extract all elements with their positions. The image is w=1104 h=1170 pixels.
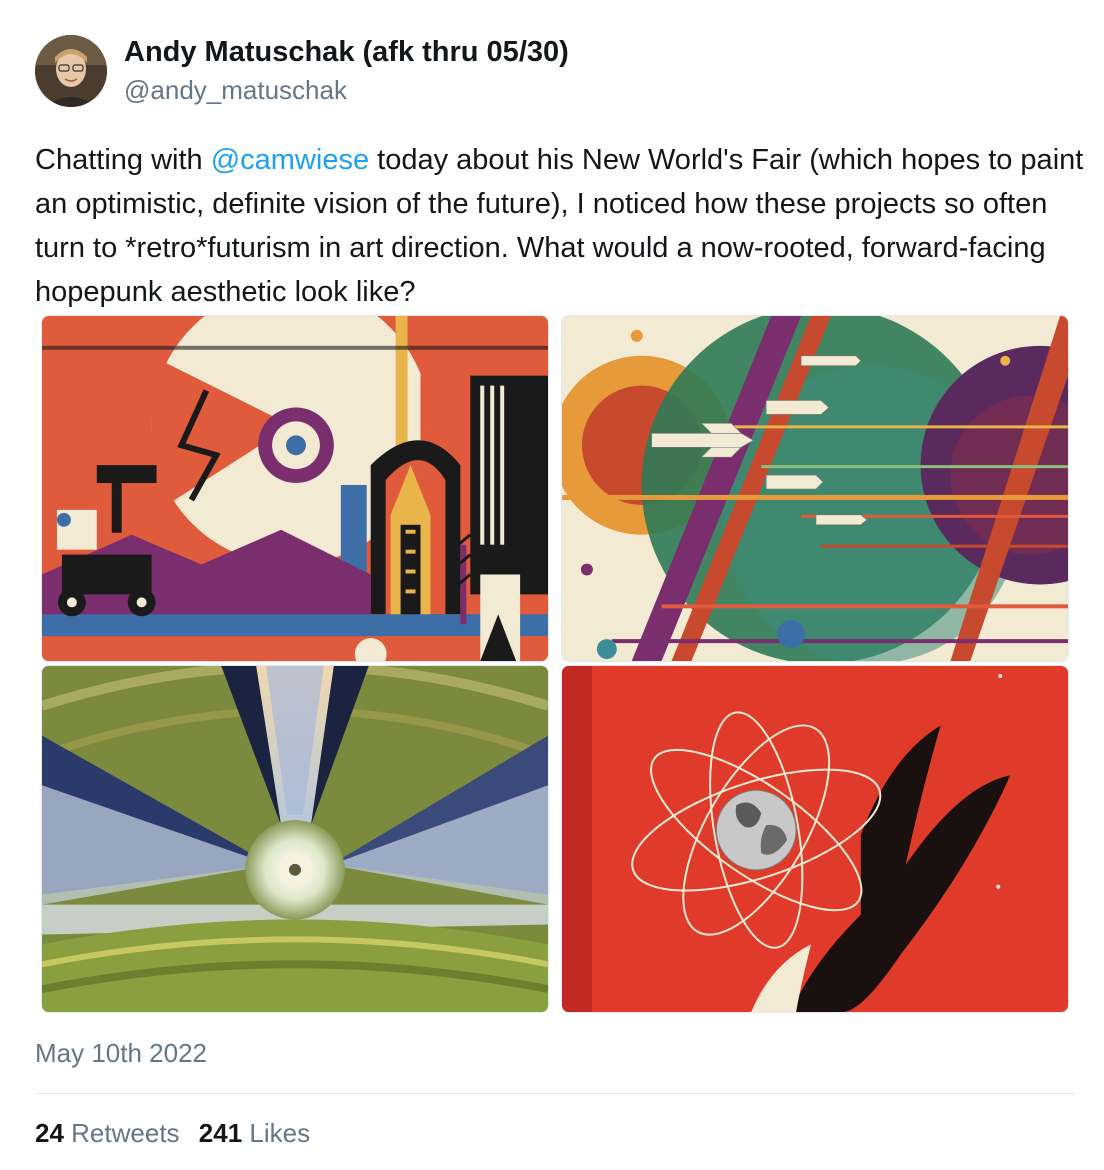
author-handle[interactable]: @andy_matuschak — [124, 75, 347, 106]
author-display-name[interactable]: Andy Matuschak (afk thru 05/30) — [124, 36, 569, 69]
likes-label: Likes — [249, 1118, 311, 1148]
media-image-atom-globe-poster[interactable] — [561, 665, 1069, 1013]
media-image-rockets-planets-poster[interactable] — [561, 315, 1069, 662]
retweets-count: 24 — [35, 1118, 64, 1148]
mention-link[interactable]: @camwiese — [211, 144, 369, 176]
media-image-space-colony-cylinder[interactable] — [41, 665, 549, 1013]
tweet-card: Andy Matuschak (afk thru 05/30) @andy_ma… — [0, 0, 1104, 1170]
retweets-label: Retweets — [71, 1118, 180, 1148]
divider — [35, 1093, 1075, 1094]
likes-stat[interactable]: 241 Likes — [199, 1118, 310, 1148]
tweet-timestamp[interactable]: May 10th 2022 — [35, 1038, 207, 1069]
tweet-text: Chatting with @camwiese today about his … — [35, 138, 1085, 314]
retweets-stat[interactable]: 24 Retweets — [35, 1118, 180, 1148]
media-image-retro-colony-poster[interactable] — [41, 315, 549, 662]
likes-count: 241 — [198, 1118, 243, 1148]
tweet-stats: 24 Retweets 241 Likes — [35, 1118, 322, 1149]
tweet-text-part: Chatting with — [35, 144, 211, 176]
avatar[interactable] — [35, 35, 107, 107]
media-grid — [41, 315, 1069, 1013]
